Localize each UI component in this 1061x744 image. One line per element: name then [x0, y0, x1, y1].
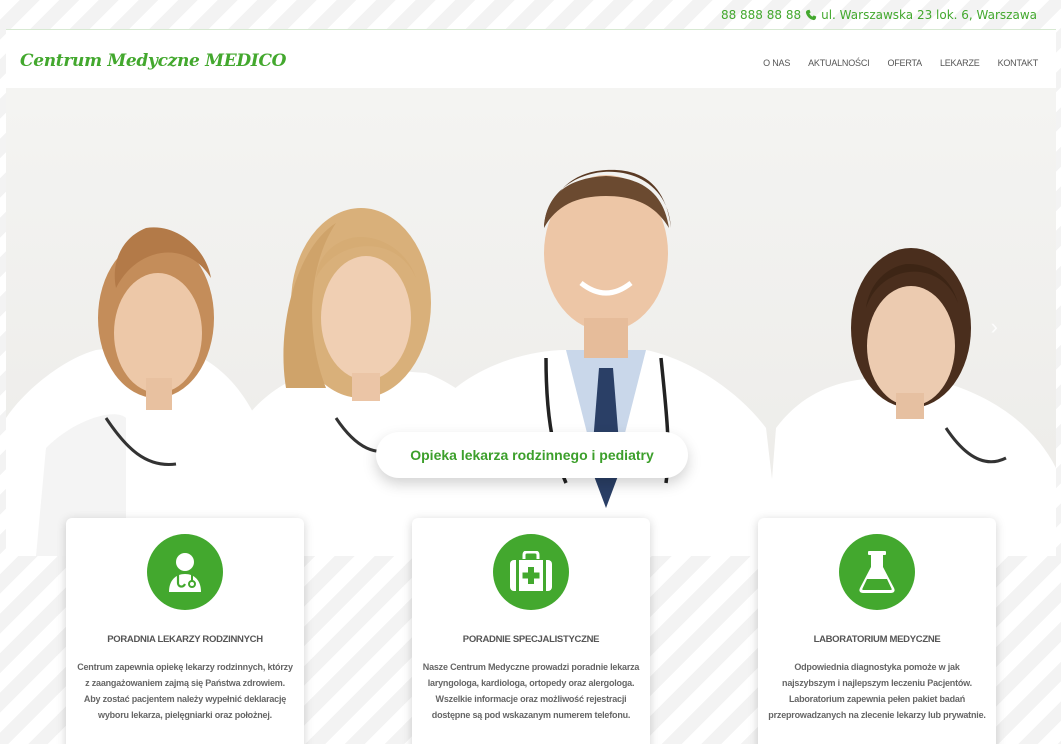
- card-specialist-clinics[interactable]: PORADNIE SPECJALISTYCZNE Nasze Centrum M…: [412, 518, 650, 744]
- doctor-figure-center: [426, 169, 781, 556]
- nav-item-lekarze[interactable]: LEKARZE: [940, 58, 980, 68]
- site-header: Centrum Medyczne MEDICO O NAS AKTUALNOŚC…: [6, 30, 1056, 88]
- card-family-doctors[interactable]: PORADNIA LEKARZY RODZINNYCH Centrum zape…: [66, 518, 304, 744]
- hero-photo-doctors: [6, 169, 1056, 556]
- card-icon-circle: [147, 534, 223, 610]
- medical-kit-icon: [510, 551, 552, 591]
- flask-icon: [859, 551, 895, 593]
- feature-cards: PORADNIA LEKARZY RODZINNYCH Centrum zape…: [0, 518, 1061, 744]
- hero-slider: Opieka lekarza rodzinnego i pediatry ›: [6, 88, 1056, 556]
- nav-item-aktualnosci[interactable]: AKTUALNOŚCI: [808, 58, 870, 68]
- doctor-figure-left: [6, 227, 271, 556]
- phone-number[interactable]: 88 888 88 88: [721, 8, 801, 22]
- main-nav: O NAS AKTUALNOŚCI OFERTA LEKARZE KONTAKT: [763, 58, 1038, 68]
- nav-item-oferta[interactable]: OFERTA: [887, 58, 922, 68]
- doctor-icon: [169, 553, 201, 592]
- address: ul. Warszawska 23 lok. 6, Warszawa: [821, 8, 1037, 22]
- slide-caption[interactable]: Opieka lekarza rodzinnego i pediatry: [376, 432, 688, 478]
- slider-next-arrow[interactable]: ›: [991, 314, 998, 340]
- top-bar: 88 888 88 88 ul. Warszawska 23 lok. 6, W…: [0, 0, 1061, 30]
- card-text: Odpowiednia diagnostyka pomoże w jak naj…: [768, 662, 986, 720]
- card-laboratory[interactable]: LABORATORIUM MEDYCZNE Odpowiednia diagno…: [758, 518, 996, 744]
- contact-info: 88 888 88 88 ul. Warszawska 23 lok. 6, W…: [721, 8, 1037, 22]
- nav-item-kontakt[interactable]: KONTAKT: [998, 58, 1039, 68]
- nav-item-o-nas[interactable]: O NAS: [763, 58, 790, 68]
- card-icon-circle: [493, 534, 569, 610]
- card-text: Nasze Centrum Medyczne prowadzi poradnie…: [422, 662, 640, 720]
- doctor-figure-right: [766, 248, 1056, 556]
- card-title: PORADNIE SPECJALISTYCZNE: [462, 634, 600, 645]
- card-title: LABORATORIUM MEDYCZNE: [813, 634, 941, 645]
- card-title: PORADNIA LEKARZY RODZINNYCH: [107, 634, 263, 645]
- phone-icon: [806, 9, 817, 21]
- card-icon-circle: [839, 534, 915, 610]
- site-logo[interactable]: Centrum Medyczne MEDICO: [20, 51, 287, 71]
- card-text: Centrum zapewnia opiekę lekarzy rodzinny…: [77, 662, 293, 720]
